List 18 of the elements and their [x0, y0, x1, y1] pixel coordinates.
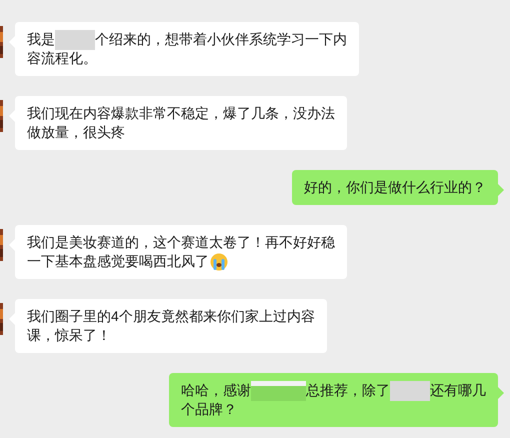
- message-text: 还有哪几: [430, 381, 486, 400]
- redaction-block: [251, 380, 306, 400]
- message-text: 个绍来的，想带着小伙伴系统学习一下内: [95, 30, 347, 49]
- message-text: 我们是美妆赛道的，这个赛道太卷了！再不好好稳: [27, 233, 335, 252]
- message-text: 容流程化。: [27, 49, 97, 68]
- message-text: 我们圈子里的4个朋友竟然都来你们家上过内容: [27, 307, 315, 326]
- message-text: 我是: [27, 30, 55, 49]
- message-text: 个品牌？: [181, 400, 237, 419]
- message-text: 总推荐，除了: [306, 381, 390, 400]
- message-text: 好的，你们是做什么行业的？: [304, 178, 486, 197]
- message-text: 做放量，很头疼: [27, 123, 125, 142]
- message-text: 一下基本盘感觉要喝西北风了: [27, 252, 209, 271]
- redaction-block: [390, 380, 430, 400]
- crying-face-icon: [210, 252, 228, 270]
- message-text: 课，惊呆了！: [27, 326, 111, 345]
- redaction-block: [55, 30, 95, 50]
- message-text: 我们现在内容爆款非常不稳定，爆了几条，没办法: [27, 104, 335, 123]
- message-text: 哈哈，感谢: [181, 381, 251, 400]
